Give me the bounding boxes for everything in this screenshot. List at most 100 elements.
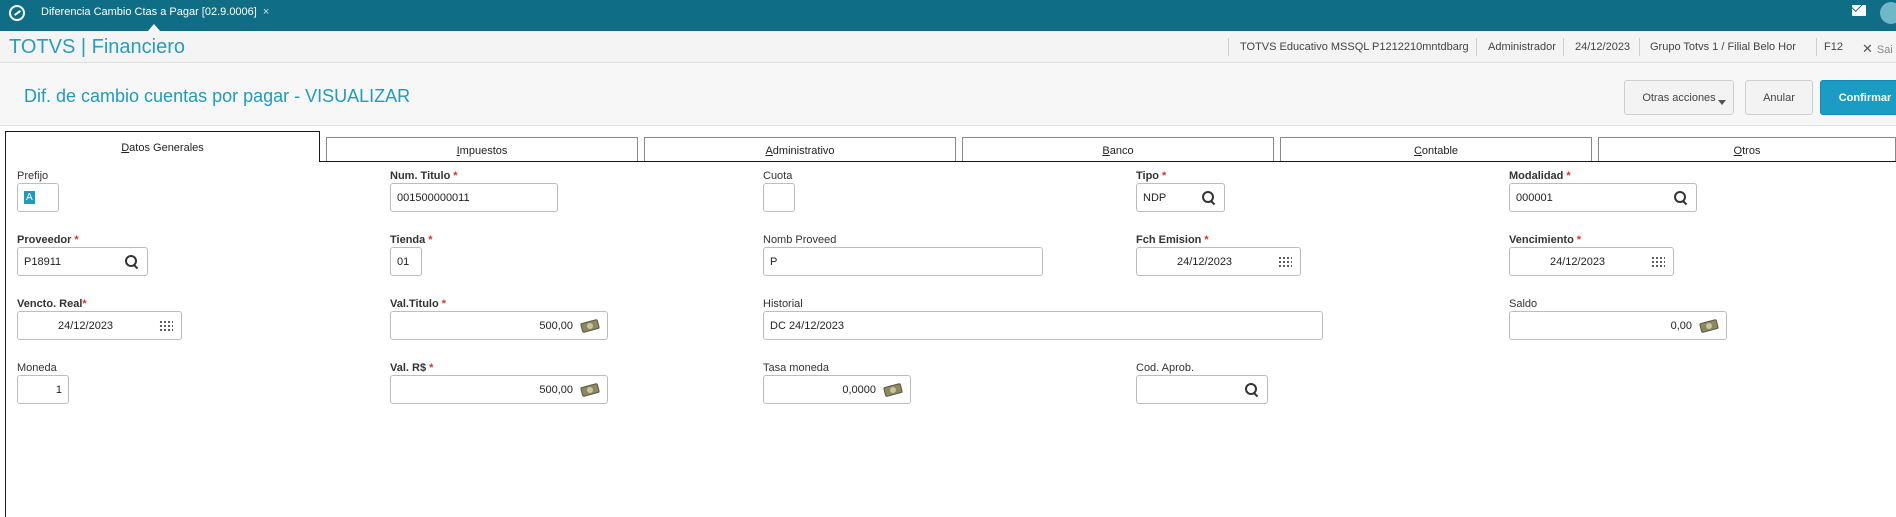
cuota-label: Cuota: [763, 170, 793, 182]
open-routine-tab-label: Diferencia Cambio Ctas a Pagar [02.9.000…: [41, 6, 257, 18]
cod-aprob-field[interactable]: [1136, 375, 1268, 404]
val-rs-field[interactable]: 500,00: [390, 375, 608, 404]
val-titulo-value: 500,00: [539, 319, 573, 332]
date-label: 24/12/2023: [1575, 41, 1631, 53]
tab-label-accesskey: D: [121, 142, 130, 154]
shortcut-label: F12: [1824, 41, 1843, 53]
app-brand: TOTVS | Financiero: [9, 36, 185, 58]
moneda-value: 1: [55, 383, 62, 396]
required-marker: *: [1576, 234, 1582, 246]
tipo-field[interactable]: NDP: [1136, 183, 1225, 212]
tab-label: atos Generales: [129, 142, 204, 154]
tasa-moneda-field[interactable]: 0,0000: [763, 375, 911, 404]
cancel-label: Anular: [1763, 91, 1795, 104]
tab-banco[interactable]: Banco: [962, 137, 1274, 161]
tienda-label-text: Tienda: [390, 234, 426, 246]
historial-value: DC 24/12/2023: [770, 319, 844, 332]
val-titulo-field[interactable]: 500,00: [390, 311, 608, 340]
vencimiento-label: Vencimiento *: [1509, 234, 1581, 246]
search-icon[interactable]: [125, 255, 139, 269]
num-titulo-label: Num. Titulo *: [390, 170, 458, 182]
num-titulo-label-text: Num. Titulo: [390, 170, 451, 182]
environment-label: TOTVS Educativo MSSQL P1212210mntdbarg: [1240, 41, 1469, 53]
nomb-proveed-value: P: [770, 255, 778, 268]
search-icon[interactable]: [1674, 191, 1688, 205]
prefijo-label: Prefijo: [17, 170, 49, 182]
search-icon[interactable]: [1245, 383, 1259, 397]
historial-field[interactable]: DC 24/12/2023: [763, 311, 1323, 340]
prefijo-value: A: [24, 191, 35, 204]
moneda-field[interactable]: 1: [17, 375, 69, 404]
num-titulo-field[interactable]: 001500000011: [390, 183, 558, 212]
fch-emision-field[interactable]: 24/12/2023: [1136, 247, 1301, 276]
calendar-icon[interactable]: [1651, 256, 1665, 268]
calendar-icon[interactable]: [159, 320, 173, 332]
val-rs-label-text: Val. R$: [390, 362, 427, 374]
fch-emision-label: Fch Emision *: [1136, 234, 1209, 246]
other-actions-button[interactable]: Otras acciones: [1624, 80, 1734, 115]
calendar-icon[interactable]: [1278, 256, 1292, 268]
header-separator: [1639, 38, 1640, 56]
money-icon[interactable]: [580, 318, 600, 334]
tab-label: ontable: [1421, 145, 1459, 157]
tipo-label: Tipo *: [1136, 170, 1166, 182]
content-frame-border: [5, 162, 6, 517]
header-separator: [1476, 38, 1477, 56]
other-actions-label: Otras acciones: [1642, 91, 1716, 104]
vencto-real-field[interactable]: 24/12/2023: [17, 311, 182, 340]
search-icon[interactable]: [1202, 191, 1216, 205]
tab-label: dministrativo: [772, 145, 835, 157]
tab-label-accesskey: B: [1102, 145, 1110, 157]
fch-emision-value: 24/12/2023: [1177, 255, 1233, 268]
saldo-value: 0,00: [1670, 319, 1692, 332]
tab-label-accesskey: O: [1733, 145, 1743, 157]
cancel-button[interactable]: Anular: [1745, 80, 1813, 115]
money-icon[interactable]: [580, 382, 600, 398]
proveedor-field[interactable]: P18911: [17, 247, 148, 276]
header-separator: [1563, 38, 1564, 56]
header-separator: [1816, 38, 1817, 56]
tienda-field[interactable]: 01: [390, 247, 422, 276]
top-bar: Diferencia Cambio Ctas a Pagar [02.9.000…: [0, 0, 1896, 31]
cod-aprob-label: Cod. Aprob.: [1136, 362, 1195, 374]
tab-label-accesskey: C: [1413, 145, 1422, 157]
vencimiento-field[interactable]: 24/12/2023: [1509, 247, 1674, 276]
required-marker: *: [1566, 170, 1571, 182]
tab-otros[interactable]: Otros: [1598, 137, 1896, 161]
tab-label-accesskey: A: [765, 145, 773, 157]
tienda-value: 01: [397, 255, 410, 268]
required-marker: *: [428, 234, 433, 246]
tab-impuestos[interactable]: Impuestos: [326, 137, 638, 161]
required-marker: *: [453, 170, 458, 182]
tienda-label: Tienda *: [390, 234, 433, 246]
required-marker: *: [82, 298, 87, 310]
modalidad-field[interactable]: 000001: [1509, 183, 1697, 212]
confirm-button[interactable]: Confirmar: [1820, 80, 1896, 115]
open-routine-tab[interactable]: Diferencia Cambio Ctas a Pagar [02.9.000…: [33, 0, 277, 26]
user-label: Administrador: [1488, 41, 1556, 53]
fch-emision-label-text: Fch Emision: [1136, 234, 1202, 246]
close-tab-icon[interactable]: ×: [263, 6, 269, 18]
proveedor-label: Proveedor *: [17, 234, 79, 246]
tasa-moneda-value: 0,0000: [842, 383, 876, 396]
tab-administrativo[interactable]: Administrativo: [644, 137, 956, 161]
money-icon[interactable]: [883, 382, 903, 398]
user-avatar[interactable]: [1880, 2, 1896, 24]
tab-datos-generales[interactable]: Datos Generales: [5, 131, 320, 162]
tab-contable[interactable]: Contable: [1280, 137, 1592, 161]
money-icon[interactable]: [1699, 318, 1719, 334]
val-rs-value: 500,00: [539, 383, 573, 396]
saldo-field[interactable]: 0,00: [1509, 311, 1727, 340]
moneda-label: Moneda: [17, 362, 57, 374]
vencto-real-value: 24/12/2023: [58, 319, 114, 332]
exit-button[interactable]: ✕ Sai: [1862, 41, 1893, 57]
val-titulo-label-text: Val.Titulo: [390, 298, 439, 310]
cuota-field[interactable]: [763, 183, 795, 212]
page-title: Dif. de cambio cuentas por pagar - VISUA…: [24, 86, 411, 106]
required-marker: *: [1162, 170, 1167, 182]
required-marker: *: [441, 298, 446, 310]
prefijo-field[interactable]: A: [17, 183, 59, 212]
totvs-logo-icon[interactable]: [9, 5, 25, 21]
nomb-proveed-field[interactable]: P: [763, 247, 1043, 276]
mail-icon[interactable]: [1852, 5, 1866, 16]
